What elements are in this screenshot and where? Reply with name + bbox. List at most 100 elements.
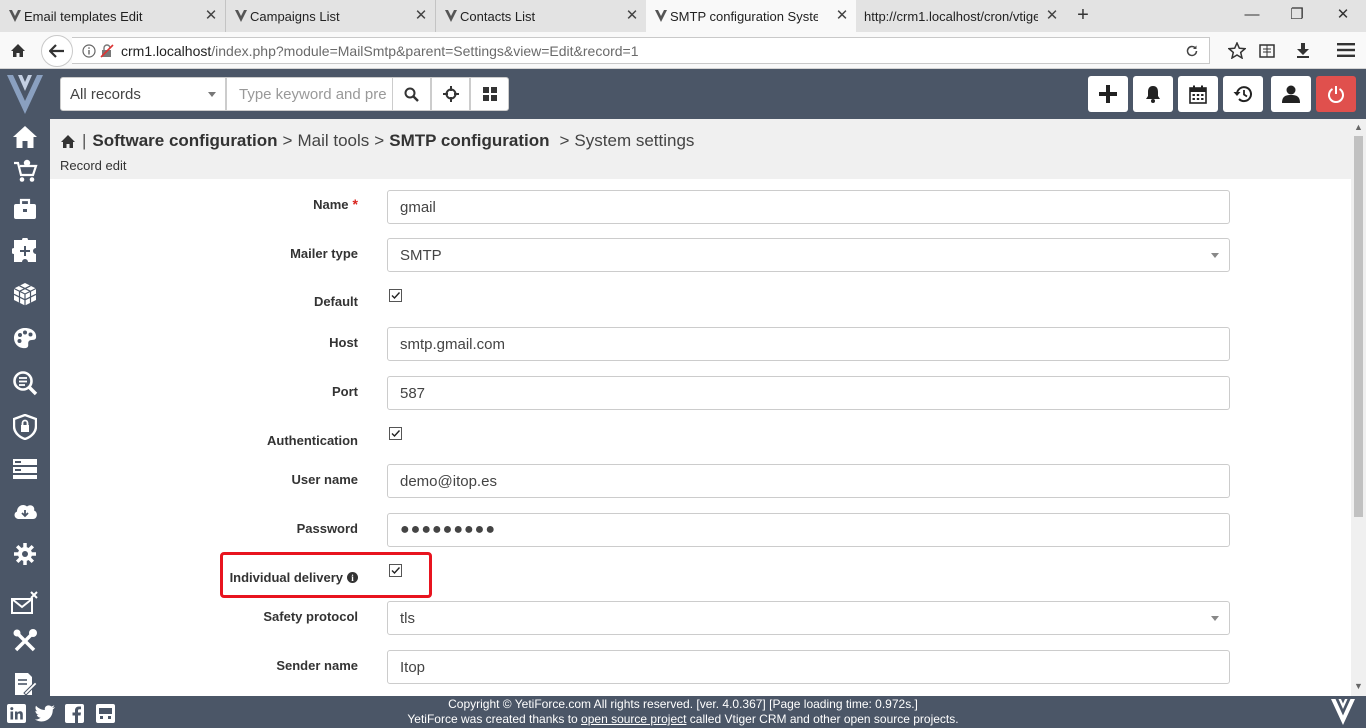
yeti-favicon-icon [655,10,667,22]
advanced-search-button[interactable] [431,77,470,111]
open-source-link[interactable]: open source project [581,712,686,726]
authentication-checkbox[interactable] [389,427,402,440]
chevron-down-icon [208,92,216,97]
history-button[interactable] [1223,76,1263,112]
default-checkbox[interactable] [389,289,402,302]
sidebar-item-automation[interactable] [10,540,40,568]
browser-menu-button[interactable] [1334,38,1358,62]
chat-icon[interactable] [95,703,115,723]
authentication-label: Authentication [267,433,358,448]
reload-icon[interactable] [1185,44,1199,58]
briefcase-icon [14,198,36,219]
home-icon[interactable] [60,134,76,149]
notifications-button[interactable] [1133,76,1173,112]
sidebar-item-mail-tools[interactable] [10,589,40,617]
home-icon [13,126,37,148]
logout-button[interactable] [1316,76,1356,112]
breadcrumb-mail-tools[interactable]: Mail tools [297,131,369,151]
back-icon [49,44,64,58]
sidebar-item-home[interactable] [10,123,40,151]
minimize-button[interactable]: — [1238,4,1266,26]
password-input[interactable]: ●●●●●●●●● [387,513,1230,547]
close-icon[interactable]: ✕ [203,8,219,24]
download-icon [1297,43,1309,58]
quick-menu-button[interactable] [470,77,509,111]
reader-view-button[interactable] [1255,38,1279,62]
safety-protocol-label: Safety protocol [263,609,358,624]
sender-name-input[interactable]: Itop [387,650,1230,684]
sidebar-item-security[interactable] [10,413,40,441]
linkedin-icon[interactable] [6,703,26,723]
records-scope-select[interactable]: All records [60,77,226,111]
sidebar-item-modules[interactable] [10,280,40,308]
sidebar-item-tools[interactable] [10,627,40,655]
close-icon[interactable]: ✕ [1044,8,1060,24]
host-input[interactable]: smtp.gmail.com [387,327,1230,361]
close-icon[interactable]: ✕ [834,8,850,24]
sidebar-item-appearance[interactable] [10,324,40,352]
chevron-down-icon [1211,253,1219,258]
facebook-icon[interactable] [64,703,84,723]
browser-tab[interactable]: Contacts List ✕ [436,0,646,32]
browser-tab-strip: Email templates Edit ✕ Campaigns List ✕ … [0,0,1366,33]
sidebar-item-projects[interactable] [10,195,40,223]
home-icon [11,43,25,57]
yeti-favicon-icon [235,10,247,22]
sidebar-item-cloud[interactable] [10,497,40,525]
reader-icon [1259,43,1275,58]
tools-icon [13,629,37,652]
footer-copyright: Copyright © YetiForce.com All rights res… [448,697,918,711]
name-input[interactable]: gmail [387,190,1230,224]
bookmark-button[interactable] [1225,38,1249,62]
mailer-type-select[interactable]: SMTP [387,238,1230,272]
tab-title: http://crm1.localhost/cron/vtige [864,8,1038,24]
password-label: Password [296,521,358,536]
global-search-input[interactable]: Type keyword and pre [226,77,393,111]
palette-icon [14,328,37,349]
browser-tab-active[interactable]: SMTP configuration System ✕ [646,0,856,33]
yeti-favicon-icon [9,10,21,22]
info-icon[interactable]: i [347,572,358,583]
scroll-down-icon[interactable]: ▼ [1354,682,1363,691]
sidebar-item-search-settings[interactable] [10,369,40,397]
scrollbar-thumb[interactable] [1354,136,1363,517]
sidebar-item-sales[interactable] [10,157,40,185]
breadcrumb-smtp-configuration[interactable]: SMTP configuration [389,131,549,151]
browser-tab[interactable]: Campaigns List ✕ [226,0,436,32]
individual-delivery-checkbox[interactable] [389,564,402,577]
yetiforce-logo[interactable] [4,72,46,116]
quick-create-button[interactable] [1088,76,1128,112]
browser-tab[interactable]: Email templates Edit ✕ [0,0,226,32]
browser-tab[interactable]: http://crm1.localhost/cron/vtige ✕ [856,0,1066,32]
calendar-button[interactable] [1178,76,1218,112]
breadcrumb-software-configuration[interactable]: Software configuration [92,131,277,151]
scroll-up-icon[interactable]: ▲ [1354,123,1363,132]
browser-home-button[interactable] [6,38,30,62]
safety-protocol-select[interactable]: tls [387,601,1230,635]
close-icon[interactable]: ✕ [413,8,429,24]
vertical-scrollbar[interactable]: ▲ ▼ [1351,119,1366,696]
sidebar-item-server[interactable] [10,455,40,483]
sidebar-item-integrations[interactable] [10,237,40,265]
gears-icon [14,543,36,565]
default-label: Default [313,294,358,309]
cube-icon [13,283,37,306]
port-input[interactable]: 587 [387,376,1230,410]
window-close-button[interactable]: ✕ [1329,4,1357,26]
twitter-icon[interactable] [35,703,55,723]
close-icon[interactable]: ✕ [624,8,640,24]
sidebar-item-documents[interactable] [10,670,40,698]
breadcrumb-system-settings: System settings [574,131,695,150]
search-button[interactable] [392,77,431,111]
checkmark-icon [391,292,401,300]
back-button[interactable] [41,35,73,67]
downloads-button[interactable] [1291,38,1315,62]
plus-icon [1099,85,1117,103]
restore-button[interactable]: ❐ [1283,4,1311,26]
username-input[interactable]: demo@itop.es [387,464,1230,498]
new-tab-button[interactable]: + [1073,5,1093,25]
main-content: | Software configuration > Mail tools > … [50,119,1351,696]
user-menu-button[interactable] [1271,76,1311,112]
address-bar[interactable]: crm1.localhost/index.php?module=MailSmtp… [72,37,1210,64]
chevron-down-icon [1211,616,1219,621]
